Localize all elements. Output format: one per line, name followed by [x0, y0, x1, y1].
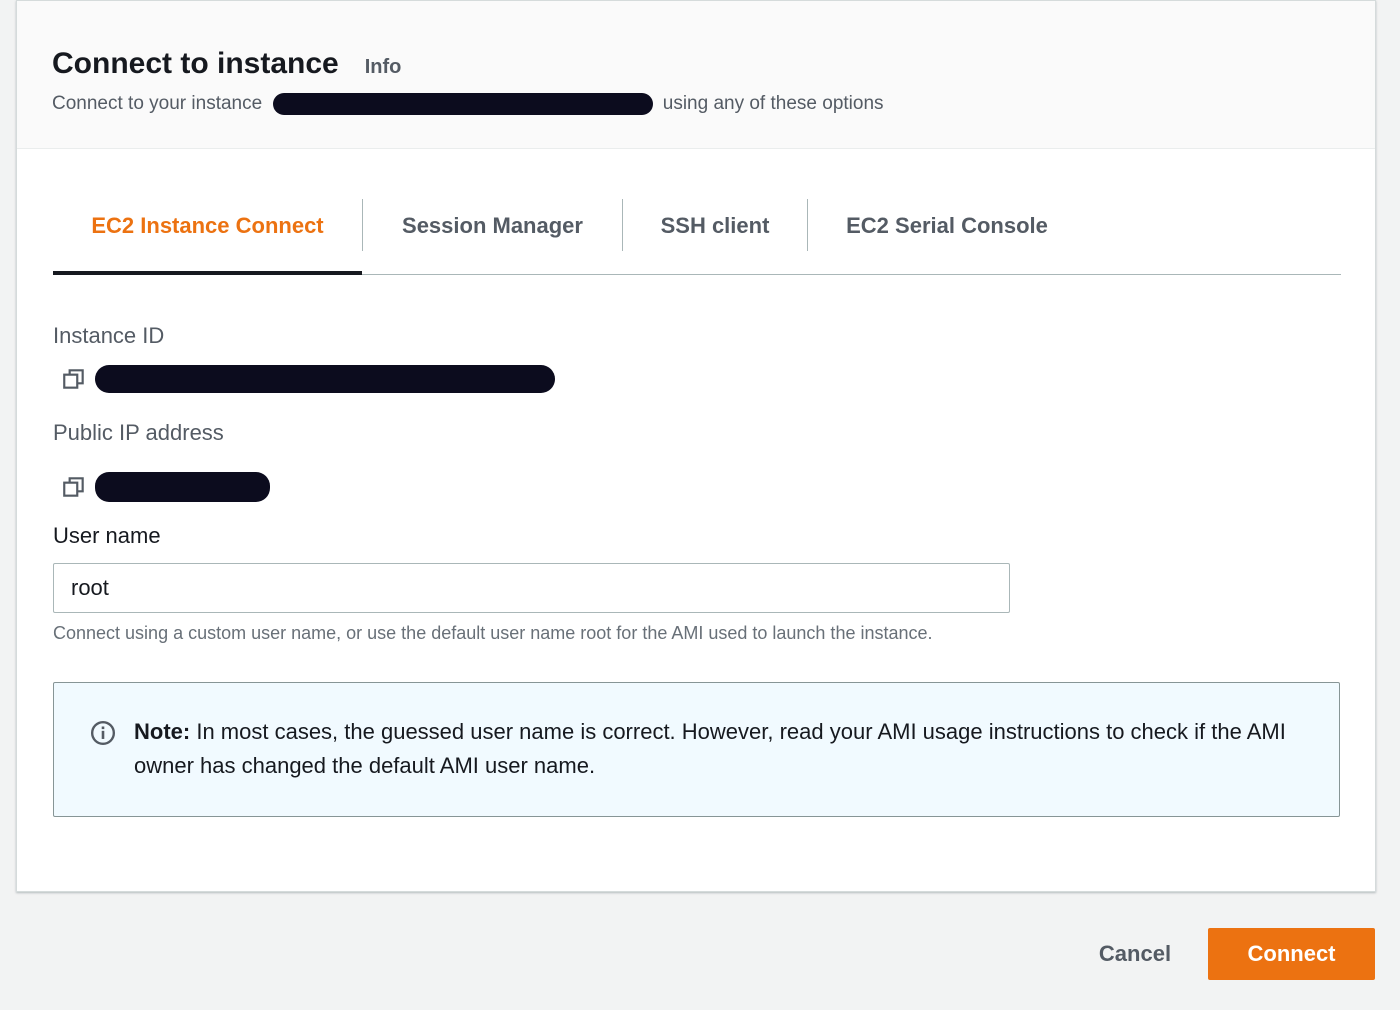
subtitle-suffix: using any of these options [662, 93, 884, 115]
username-input[interactable] [53, 563, 1010, 613]
info-circle-icon [90, 720, 116, 746]
tab-ssh-client[interactable]: SSH client [623, 197, 807, 255]
public-ip-label: Public IP address [53, 420, 224, 445]
info-link[interactable]: Info [365, 56, 402, 79]
username-help-text: Connect using a custom user name, or use… [53, 623, 933, 643]
alert-title: Note: [134, 719, 191, 744]
redacted-public-ip [95, 472, 270, 502]
copy-icon[interactable] [61, 366, 87, 392]
page-subtitle: Connect to your instance using any of th… [52, 93, 1375, 115]
connect-to-instance-panel: Connect to instance Info Connect to your… [16, 0, 1376, 892]
instance-id-value [61, 365, 555, 393]
page-title: Connect to instance [52, 47, 339, 80]
alert-message: Note: In most cases, the guessed user na… [134, 715, 1299, 783]
subtitle-prefix: Connect to your instance [52, 93, 263, 115]
tab-session-manager[interactable]: Session Manager [363, 197, 622, 255]
connect-button[interactable]: Connect [1208, 928, 1375, 980]
connection-tabs: EC2 Instance Connect Session Manager SSH… [53, 197, 1341, 275]
title-row: Connect to instance Info [52, 47, 1375, 81]
cancel-button[interactable]: Cancel [1078, 928, 1192, 980]
username-label: User name [53, 523, 161, 548]
public-ip-value [61, 472, 270, 502]
redacted-instance-name [273, 93, 654, 115]
alert-body: In most cases, the guessed user name is … [134, 719, 1286, 778]
copy-icon[interactable] [61, 474, 87, 500]
tab-ec2-serial-console[interactable]: EC2 Serial Console [808, 197, 1086, 255]
panel-header: Connect to instance Info Connect to your… [17, 1, 1375, 149]
tab-ec2-instance-connect[interactable]: EC2 Instance Connect [53, 197, 362, 275]
instance-id-label: Instance ID [53, 323, 165, 348]
info-alert: Note: In most cases, the guessed user na… [53, 682, 1340, 817]
redacted-instance-id [95, 365, 555, 393]
